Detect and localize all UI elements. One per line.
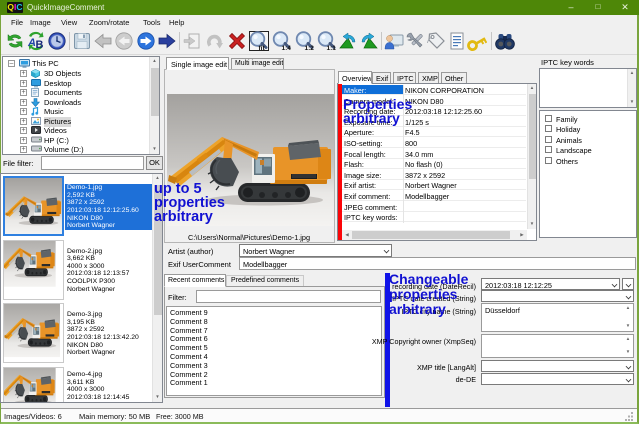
svg-text:1:1: 1:1 (327, 45, 337, 51)
svg-text:1:2: 1:2 (305, 45, 315, 51)
svg-text:1:4: 1:4 (282, 45, 292, 51)
svg-text:B: B (36, 39, 44, 51)
svg-text:fit: fit (259, 45, 266, 51)
